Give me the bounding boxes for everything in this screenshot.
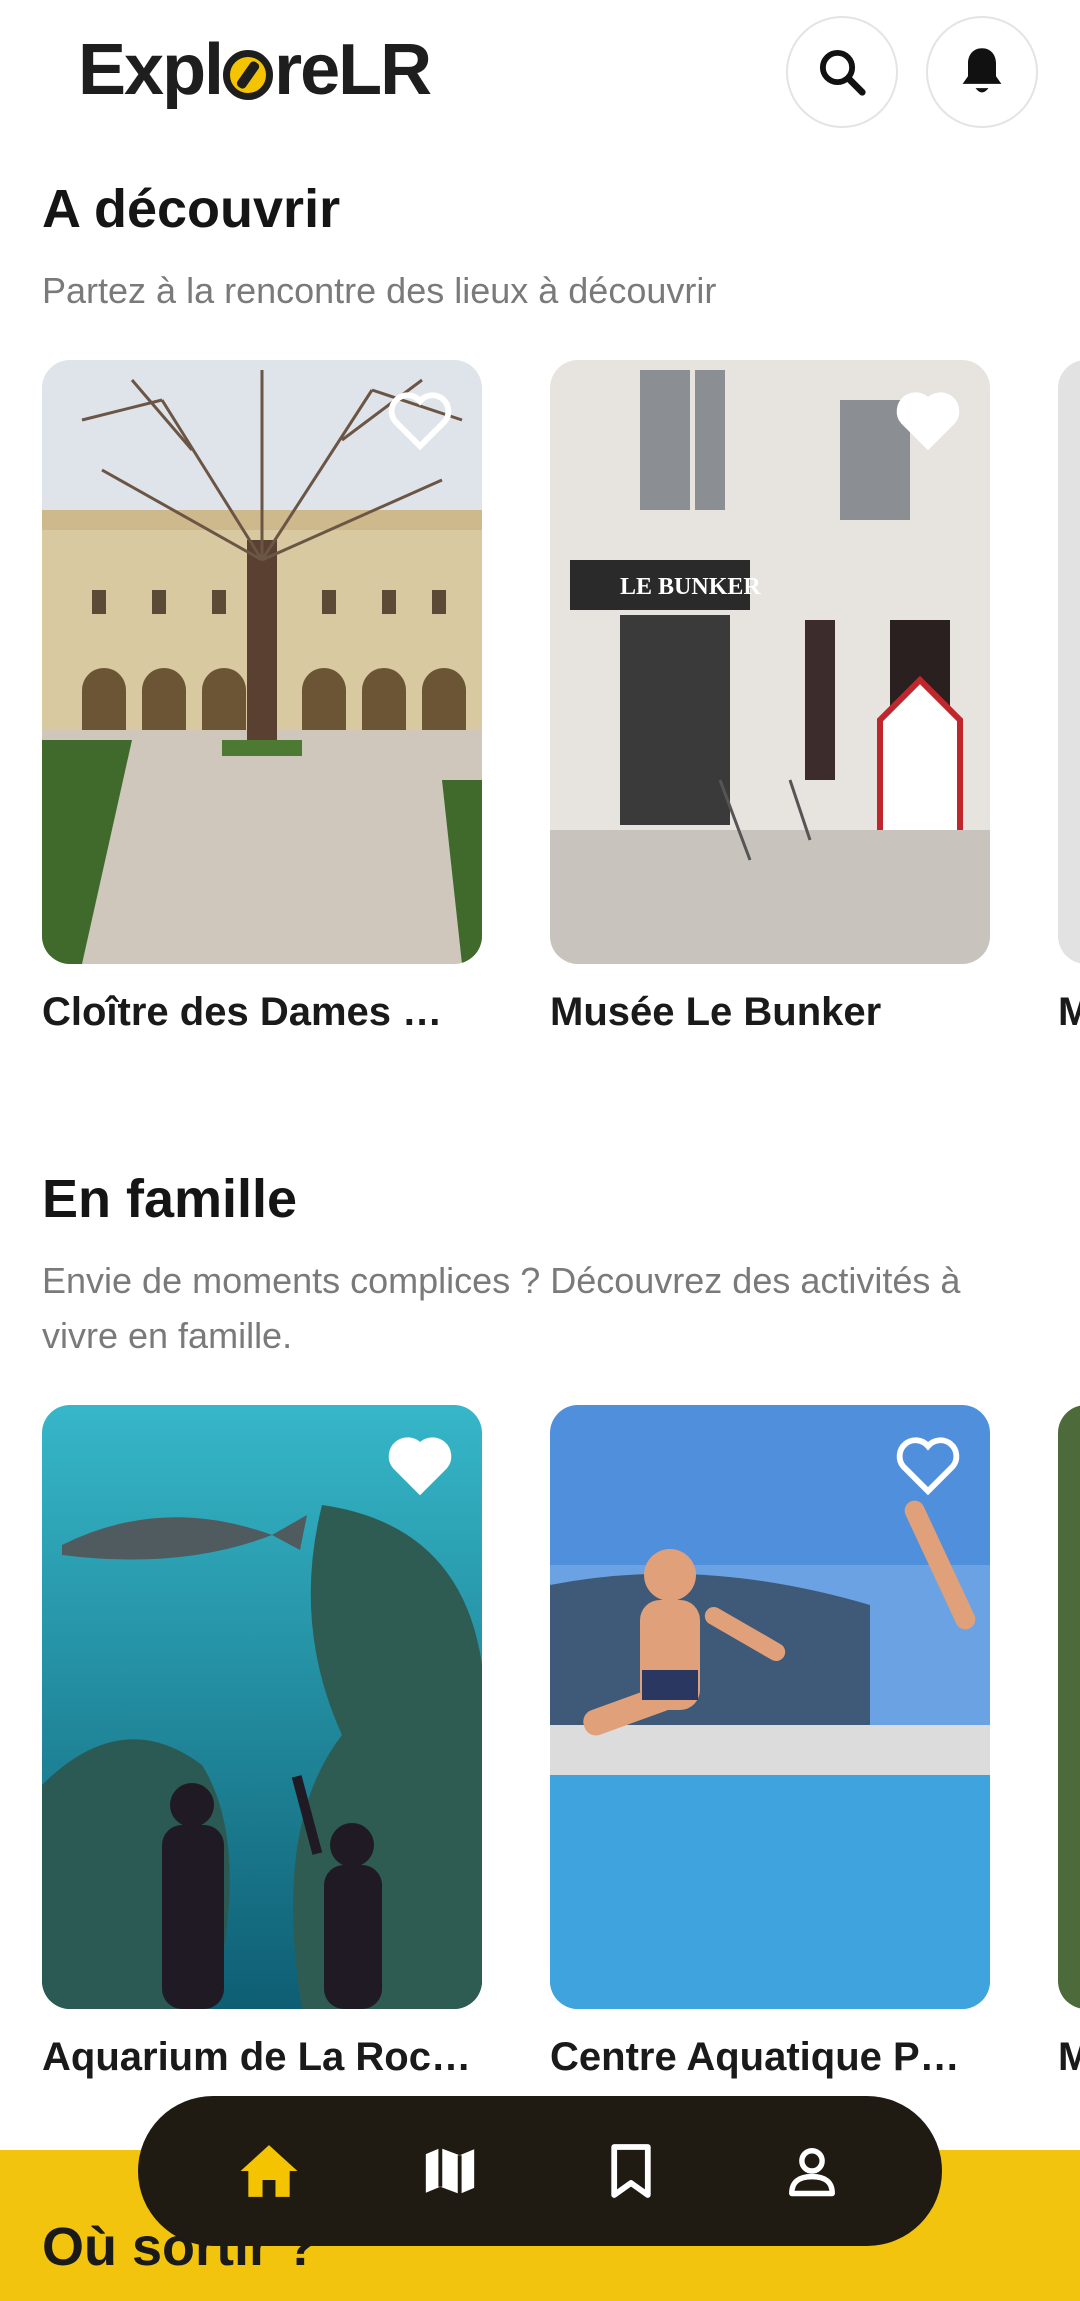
- notifications-button[interactable]: [926, 16, 1038, 128]
- card-title: Aquarium de La Roc…: [42, 2035, 471, 2079]
- nav-home[interactable]: [219, 2121, 319, 2221]
- map-icon: [425, 2148, 474, 2194]
- app-logo[interactable]: Expl reLR: [78, 30, 432, 110]
- bottom-navigation: [138, 2096, 942, 2246]
- profile-icon: [788, 2148, 835, 2197]
- heart-outline-icon[interactable]: [384, 388, 456, 452]
- card-peek-image[interactable]: [1058, 360, 1080, 964]
- home-icon: [240, 2145, 297, 2197]
- bell-icon: [962, 48, 1002, 93]
- cloister-courtyard-photo: [42, 360, 482, 964]
- card-peek-image[interactable]: [1058, 1405, 1080, 2009]
- card-peek-title: M: [1058, 990, 1080, 1034]
- aquarium-shark-tank-photo: [42, 1405, 482, 2009]
- logo-text-left: Expl: [78, 30, 224, 110]
- section-subtitle: Envie de moments complices ? Découvrez d…: [42, 1260, 961, 1356]
- heart-filled-icon[interactable]: [384, 1433, 456, 1497]
- museum-bunker-storefront-photo: LE BUNKER: [550, 360, 990, 964]
- card-title: Centre Aquatique P…: [550, 2035, 960, 2079]
- card-title: Musée Le Bunker: [550, 990, 882, 1034]
- search-button[interactable]: [786, 16, 898, 128]
- nav-map[interactable]: [400, 2121, 500, 2221]
- heart-outline-icon[interactable]: [892, 1433, 964, 1497]
- card-title: Cloître des Dames …: [42, 990, 443, 1034]
- section-title: En famille: [42, 1169, 298, 1229]
- logo-text-right: reLR: [274, 30, 432, 110]
- section-title: A découvrir: [42, 179, 341, 239]
- nav-saved[interactable]: [581, 2121, 681, 2221]
- nav-profile[interactable]: [762, 2121, 862, 2221]
- search-icon: [819, 49, 866, 96]
- card-peek-title: M: [1058, 2035, 1080, 2079]
- heart-filled-icon[interactable]: [892, 388, 964, 452]
- bookmark-icon: [610, 2144, 651, 2198]
- app-header: Expl reLR: [0, 0, 1080, 140]
- compass-o-icon: [223, 50, 274, 100]
- outdoor-pool-jump-photo: [550, 1405, 990, 2009]
- section-subtitle: Partez à la rencontre des lieux à découv…: [42, 270, 717, 311]
- svg-text:LE BUNKER: LE BUNKER: [620, 574, 761, 600]
